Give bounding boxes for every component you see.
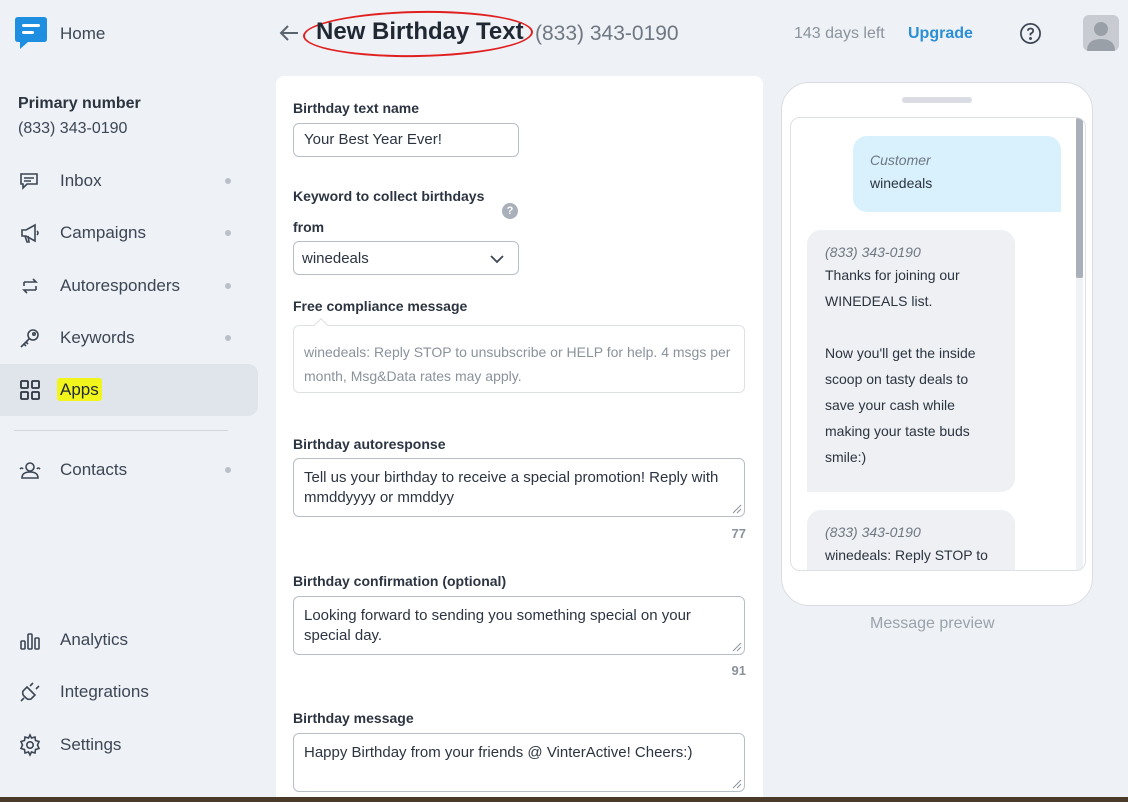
birthday-form-card: Birthday text name Your Best Year Ever! … <box>276 76 763 802</box>
bubble-spacer <box>825 314 997 340</box>
sidebar-item-label: Autoresponders <box>60 276 181 295</box>
sidebar-item-label: Settings <box>60 735 122 754</box>
contacts-icon <box>19 462 41 479</box>
phone-preview: Customer winedeals (833) 343-0190 Thanks… <box>781 82 1093 606</box>
chat-icon <box>20 173 38 190</box>
bottom-edge <box>0 797 1128 802</box>
autoresponse-textarea[interactable]: Tell us your birthday to receive a speci… <box>293 458 745 517</box>
status-dot <box>225 178 231 184</box>
status-dot <box>225 467 231 473</box>
bubble-line: Thanks for joining our <box>825 267 960 283</box>
refresh-icon <box>22 278 38 294</box>
avatar[interactable] <box>1083 15 1119 51</box>
autoresponse-label: Birthday autoresponse <box>293 436 446 452</box>
key-icon <box>20 329 39 348</box>
reply-message-bubble: (833) 343-0190 Thanks for joining our WI… <box>807 230 1015 492</box>
sidebar-item-inbox[interactable]: Inbox <box>0 155 258 207</box>
confirmation-textarea[interactable]: Looking forward to sending you something… <box>293 596 745 655</box>
confirmation-label: Birthday confirmation (optional) <box>293 573 507 589</box>
sidebar-item-label: Apps <box>57 378 102 401</box>
question-icon[interactable]: ? <box>502 203 518 219</box>
preview-scroll-thumb[interactable] <box>1076 118 1083 278</box>
sidebar-item-keywords[interactable]: Keywords <box>0 312 258 364</box>
gear-icon <box>19 733 41 757</box>
bubble-line: save your cash while <box>825 397 955 413</box>
autoresponse-text: Tell us your birthday to receive a speci… <box>304 469 719 506</box>
compliance-message-bubble: (833) 343-0190 winedeals: Reply STOP to <box>807 510 1015 570</box>
user-icon <box>1087 22 1115 51</box>
sidebar: Home Primary number (833) 343-0190 Inbox… <box>0 0 262 802</box>
keyword-label: Keyword to collect birthdays <box>293 188 485 204</box>
sidebar-divider <box>14 430 228 431</box>
preview-caption: Message preview <box>870 615 995 632</box>
header-phone-number: (833) 343-0190 <box>535 22 679 45</box>
back-arrow-icon[interactable] <box>278 22 300 44</box>
customer-message-bubble: Customer winedeals <box>853 136 1061 212</box>
sidebar-item-label: Integrations <box>60 682 149 701</box>
bubble-line: Now you'll get the inside <box>825 345 976 361</box>
bubble-sender: (833) 343-0190 <box>825 244 921 260</box>
compliance-message: winedeals: Reply STOP to unsubscribe or … <box>293 325 745 393</box>
bubble-line: WINEDEALS list. <box>825 293 933 309</box>
home-link[interactable]: Home <box>60 24 105 44</box>
sidebar-item-autoresponders[interactable]: Autoresponders <box>0 260 258 312</box>
preview-screen[interactable]: Customer winedeals (833) 343-0190 Thanks… <box>790 117 1086 571</box>
sidebar-item-contacts[interactable]: Contacts <box>0 444 258 496</box>
help-icon[interactable] <box>1019 22 1042 45</box>
sidebar-item-label: Analytics <box>60 630 129 649</box>
resize-grip-icon[interactable] <box>730 640 742 652</box>
bubble-line: winedeals: Reply STOP to <box>825 547 988 563</box>
upgrade-link[interactable]: Upgrade <box>908 25 973 43</box>
compliance-label: Free compliance message <box>293 298 468 314</box>
keyword-selected-value: winedeals <box>302 250 369 267</box>
keyword-label-from: from <box>293 219 325 235</box>
plug-icon <box>20 682 40 702</box>
sidebar-item-label: Keywords <box>60 328 135 347</box>
page-title: New Birthday Text <box>316 18 524 45</box>
primary-number-value: (833) 343-0190 <box>18 120 128 137</box>
resize-grip-icon[interactable] <box>730 777 742 789</box>
bubble-sender: Customer <box>870 152 931 168</box>
keyword-select[interactable]: winedeals <box>293 241 519 275</box>
bubble-line: smile:) <box>825 449 867 465</box>
message-textarea[interactable]: Happy Birthday from your friends @ Vinte… <box>293 733 745 792</box>
primary-number-title: Primary number <box>18 95 141 112</box>
phone-notch <box>902 97 972 103</box>
trial-days-left: 143 days left <box>794 25 885 42</box>
sidebar-item-settings[interactable]: Settings <box>0 719 258 771</box>
status-dot <box>225 283 231 289</box>
bar-chart-icon <box>20 633 40 650</box>
status-dot <box>225 335 231 341</box>
megaphone-icon <box>21 223 39 243</box>
sidebar-item-label: Campaigns <box>60 223 146 242</box>
sidebar-item-campaigns[interactable]: Campaigns <box>0 207 258 259</box>
sidebar-item-label: Contacts <box>60 460 128 479</box>
sidebar-item-analytics[interactable]: Analytics <box>0 614 258 666</box>
name-label: Birthday text name <box>293 100 420 116</box>
status-dot <box>225 230 231 236</box>
confirmation-text: Looking forward to sending you something… <box>304 607 691 644</box>
sidebar-item-label: Inbox <box>60 171 102 190</box>
sidebar-item-integrations[interactable]: Integrations <box>0 666 258 718</box>
app-logo-icon[interactable] <box>14 15 48 51</box>
highlight-marker: Apps <box>57 378 102 401</box>
chevron-down-icon <box>490 255 504 264</box>
message-label: Birthday message <box>293 710 414 726</box>
confirmation-char-count: 91 <box>731 663 746 678</box>
message-text: Happy Birthday from your friends @ Vinte… <box>304 744 693 761</box>
autoresponse-char-count: 77 <box>731 526 746 541</box>
resize-grip-icon[interactable] <box>730 502 742 514</box>
grid-icon <box>20 380 40 400</box>
bubble-line: scoop on tasty deals to <box>825 371 969 387</box>
bubble-line: making your taste buds <box>825 423 970 439</box>
bubble-sender: (833) 343-0190 <box>825 524 921 540</box>
sidebar-item-apps[interactable]: Apps <box>0 364 258 416</box>
birthday-name-input[interactable]: Your Best Year Ever! <box>293 123 519 157</box>
bubble-text: winedeals <box>870 175 933 191</box>
